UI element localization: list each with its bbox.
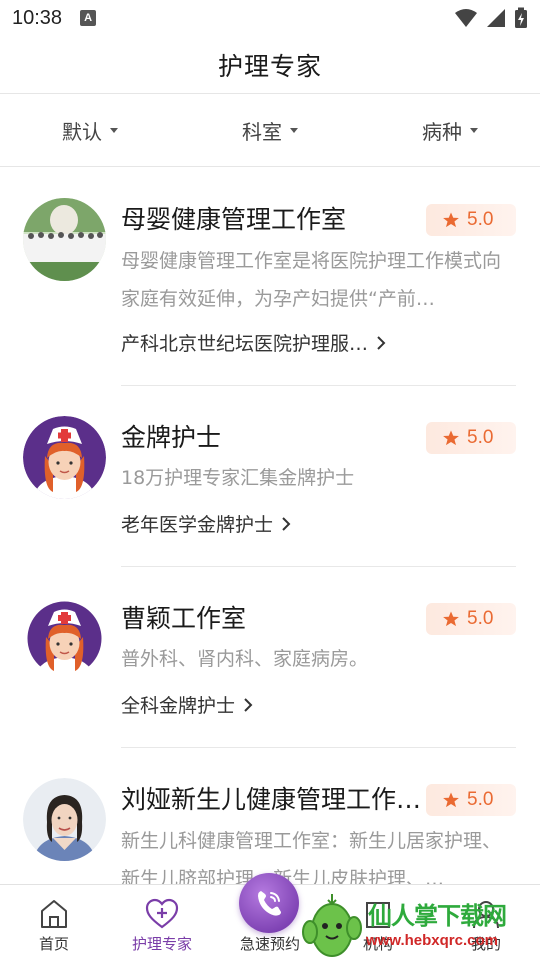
nav-label: 护理专家 [131, 935, 192, 953]
chevron-right-icon [282, 516, 291, 531]
status-icons [454, 7, 528, 29]
avatar [23, 416, 106, 499]
watermark-text: 仙人掌下载网 [368, 902, 507, 930]
chevron-right-icon [244, 697, 253, 712]
filter-label: 病种 [422, 119, 462, 144]
nav-nursing-experts[interactable]: 护理专家 [108, 885, 216, 960]
nav-label: 急速预约 [239, 935, 300, 953]
filter-disease-dropdown[interactable]: 病种 [360, 116, 540, 145]
rating-badge: 5.0 [426, 603, 516, 635]
expert-card[interactable]: 刘娅新生儿健康管理工作… 5.0 新生儿科健康管理工作室：新生儿居家护理、新生儿… [0, 748, 540, 884]
expert-name: 曹颖工作室 [121, 604, 247, 633]
watermark-url: www.hebxqrc.com [366, 932, 498, 949]
expert-description: 母婴健康管理工作室是将医院护理工作模式向家庭有效延伸，为孕产妇提供“产前… [121, 250, 502, 310]
phone-icon [258, 891, 281, 916]
nav-label: 首页 [38, 935, 69, 953]
filter-label: 科室 [242, 119, 282, 144]
avatar [23, 778, 106, 861]
rating-badge: 5.0 [426, 204, 516, 236]
nav-home[interactable]: 首页 [0, 885, 108, 960]
notification-icon: A [80, 10, 97, 26]
expert-card[interactable]: 母婴健康管理工作室 5.0 母婴健康管理工作室是将医院护理工作模式向家庭有效延伸… [0, 168, 540, 386]
star-icon [443, 611, 459, 627]
filter-sort-dropdown[interactable]: 默认 [0, 116, 180, 145]
star-icon [443, 430, 459, 446]
chevron-right-icon [377, 335, 386, 350]
expert-name: 母婴健康管理工作室 [121, 205, 347, 234]
heart-plus-icon [145, 898, 179, 929]
rating-value: 5.0 [467, 427, 494, 448]
expert-list: 母婴健康管理工作室 5.0 母婴健康管理工作室是将医院护理工作模式向家庭有效延伸… [0, 168, 540, 884]
caret-down-icon [110, 127, 118, 133]
signal-icon [487, 9, 505, 27]
expert-tag: 产科北京世纪坛医院护理服… [121, 333, 369, 355]
site-watermark: 仙人掌下载网 www.hebxqrc.com [300, 890, 540, 960]
avatar [23, 597, 106, 680]
expert-tag: 老年医学金牌护士 [121, 514, 274, 536]
expert-description: 18万护理专家汇集金牌护士 [121, 467, 355, 489]
rating-badge: 5.0 [426, 784, 516, 816]
star-icon [443, 212, 459, 228]
filter-label: 默认 [62, 119, 102, 144]
battery-icon [515, 7, 527, 28]
filter-bar: 默认 科室 病种 [0, 94, 540, 167]
expert-card[interactable]: 金牌护士 5.0 18万护理专家汇集金牌护士 老年医学金牌护士 [0, 386, 540, 567]
rating-value: 5.0 [467, 608, 494, 629]
rating-badge: 5.0 [426, 422, 516, 454]
status-bar: 10:38 A [0, 0, 540, 36]
expert-description: 新生儿科健康管理工作室：新生儿居家护理、新生儿脐部护理、新生儿皮肤护理、… [121, 830, 502, 884]
expert-card[interactable]: 曹颖工作室 5.0 普外科、肾内科、家庭病房。 全科金牌护士 [0, 567, 540, 748]
caret-down-icon [290, 127, 298, 133]
star-icon [443, 792, 459, 808]
caret-down-icon [470, 127, 478, 133]
expert-tag: 全科金牌护士 [121, 695, 236, 717]
expert-tag-link[interactable]: 产科北京世纪坛医院护理服… [121, 329, 386, 356]
wifi-icon [455, 9, 477, 27]
expert-name: 金牌护士 [121, 423, 222, 452]
expert-tag-link[interactable]: 全科金牌护士 [121, 691, 253, 718]
status-time: 10:38 [12, 6, 63, 29]
avatar [23, 198, 106, 281]
expert-name: 刘娅新生儿健康管理工作… [121, 785, 422, 814]
expert-tag-link[interactable]: 老年医学金牌护士 [121, 510, 291, 537]
cactus-logo-icon [302, 894, 362, 957]
filter-department-dropdown[interactable]: 科室 [180, 116, 360, 145]
expert-description: 普外科、肾内科、家庭病房。 [121, 648, 369, 670]
app-header: 护理专家 [0, 36, 540, 94]
home-icon [41, 900, 67, 928]
page-title: 护理专家 [217, 51, 322, 81]
quick-booking-button[interactable] [239, 873, 299, 933]
rating-value: 5.0 [467, 789, 494, 810]
rating-value: 5.0 [467, 209, 494, 230]
